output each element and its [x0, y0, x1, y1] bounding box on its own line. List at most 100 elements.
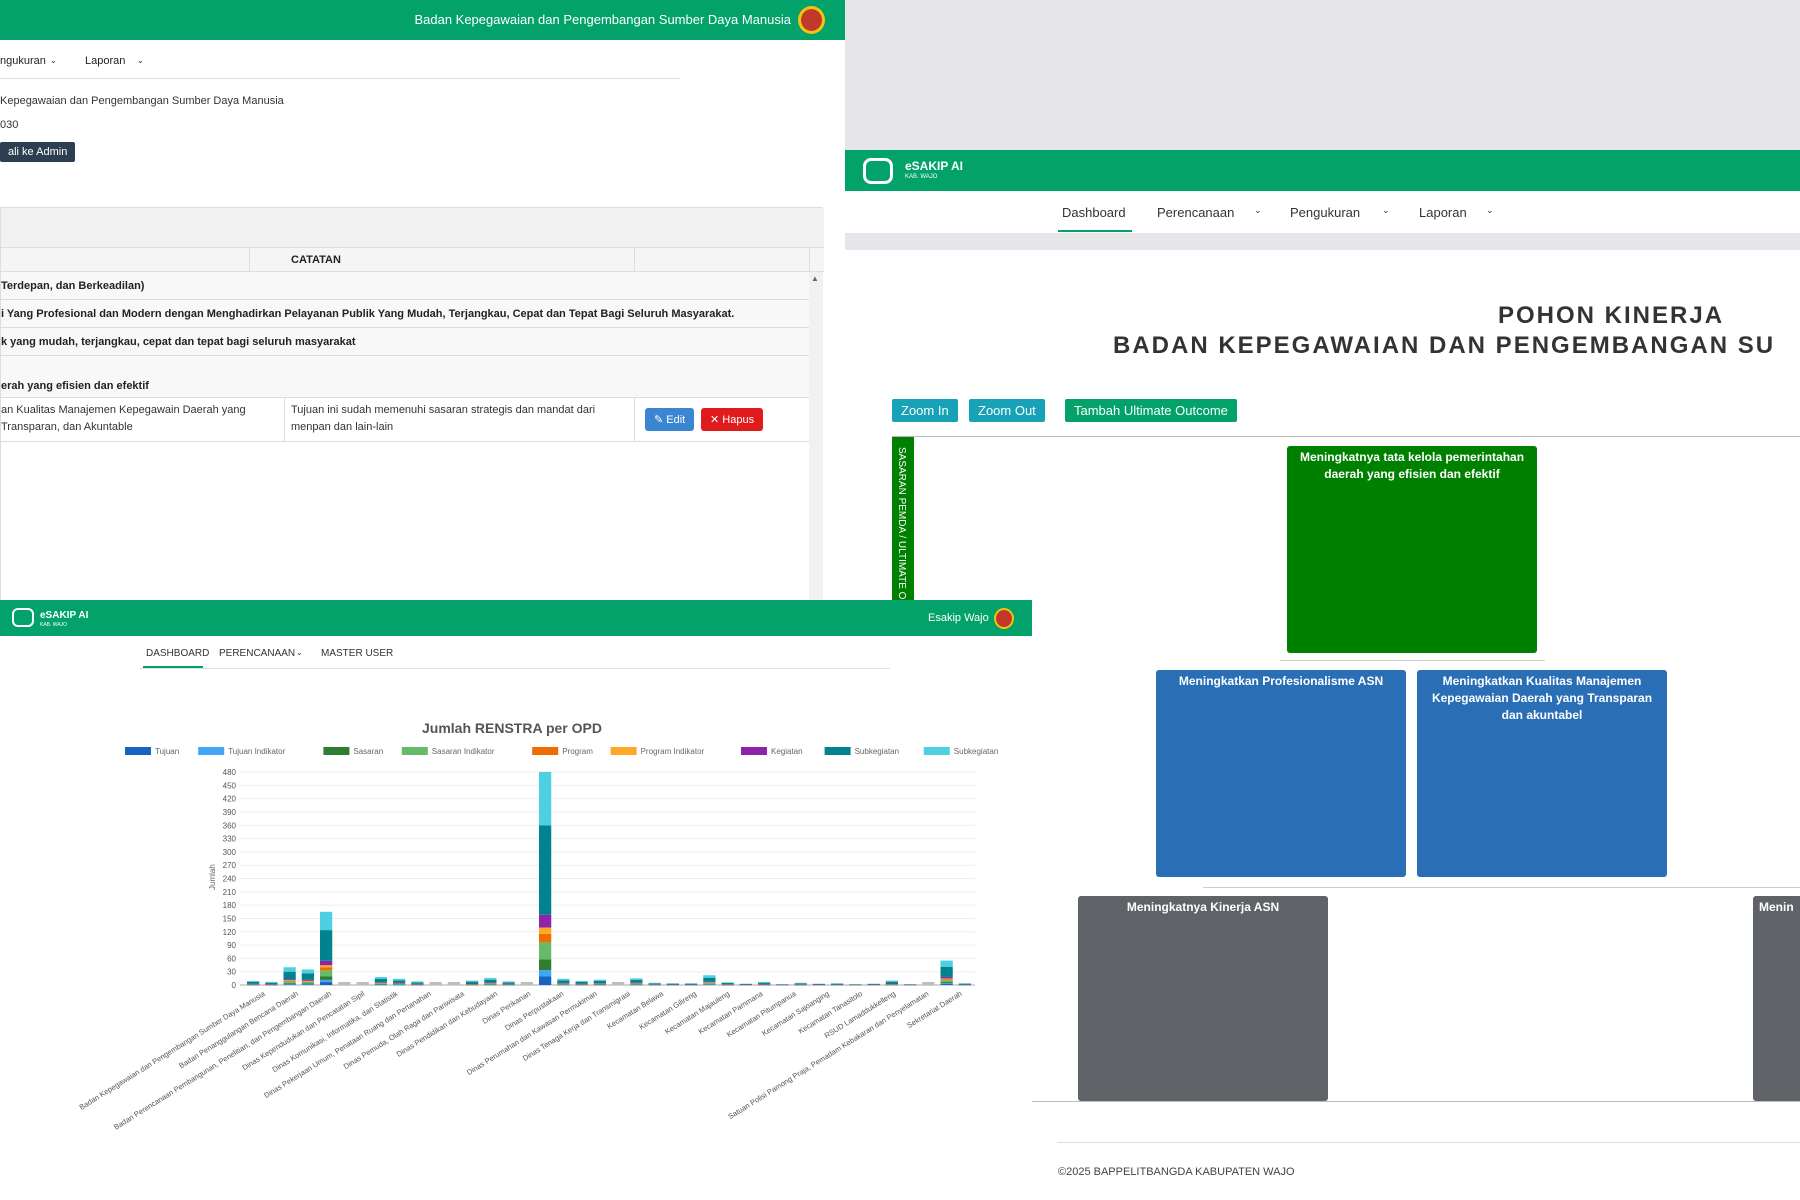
chart-bar	[320, 965, 333, 968]
nav-laporan[interactable]: Laporan	[85, 55, 125, 67]
chart-bar	[301, 984, 314, 985]
tree-node-root[interactable]: Meningkatnya tata kelola pemerintahan da…	[1287, 446, 1537, 653]
chart-bar	[283, 979, 296, 981]
chart-bar	[703, 983, 716, 984]
tree-node-b[interactable]: Meningkatkan Kualitas Manajemen Kepegawa…	[1417, 670, 1667, 877]
node-text: Meningkatnya Kinerja ASN	[1126, 900, 1280, 914]
vertical-scrollbar[interactable]: ▲	[809, 272, 823, 608]
chart-bar	[283, 984, 296, 985]
edit-button[interactable]: ✎ Edit	[645, 408, 695, 431]
chart-bar	[831, 984, 844, 985]
y-tick-label: 390	[223, 808, 237, 817]
chart-bar	[320, 930, 333, 961]
table-row[interactable]: an Kualitas Manajemen Kepegawain Daerah …	[1, 398, 811, 442]
chart-bar	[867, 984, 880, 986]
chart-bar	[703, 981, 716, 983]
chart-bar	[958, 983, 971, 984]
x-tick-label: Badan Perencanaan Pembangunan, Penelitia…	[112, 989, 333, 1132]
chart-bar	[283, 982, 296, 984]
chart-bar	[283, 980, 296, 981]
table-row[interactable]: i Yang Profesional dan Modern dengan Men…	[1, 300, 811, 328]
column-divider	[249, 248, 250, 272]
table-header: CATATAN	[1, 248, 824, 272]
y-tick-label: 240	[223, 875, 237, 884]
chart-bar	[593, 979, 606, 982]
pencil-icon: ✎	[654, 414, 667, 426]
legend-label: Program Indikator	[641, 747, 705, 756]
note-text-line: menpan dan lain-lain	[291, 421, 394, 433]
chart-bar	[247, 981, 260, 983]
chart-bar	[484, 983, 497, 984]
zoom-in-button[interactable]: Zoom In	[892, 399, 958, 422]
tree-node-d[interactable]: Menin	[1753, 896, 1800, 1101]
delete-button[interactable]: ✕ Hapus	[701, 408, 764, 431]
legend-swatch	[125, 747, 151, 755]
tree-node-a[interactable]: Meningkatkan Profesionalisme ASN	[1156, 670, 1406, 877]
dashboard-window: eSAKIP AI KAB. WAJO Esakip Wajo DASHBOAR…	[0, 600, 1032, 1200]
chart-bar	[666, 983, 679, 985]
chart-bar	[320, 979, 333, 983]
regency-emblem-icon	[798, 6, 825, 34]
nav-perencanaan[interactable]: Perencanaan	[1157, 205, 1234, 220]
tree-frame-top	[892, 436, 1800, 437]
table-row[interactable]: k yang mudah, terjangkau, cepat dan tepa…	[1, 328, 811, 356]
admin-window: Badan Kepegawaian dan Pengembangan Sumbe…	[0, 0, 845, 610]
chart-bar	[320, 976, 333, 980]
agency-title: Badan Kepegawaian dan Pengembangan Sumbe…	[414, 12, 791, 27]
y-tick-label: 60	[227, 954, 236, 963]
chart-bar	[812, 984, 825, 986]
chart-bar	[466, 980, 479, 982]
chevron-down-icon: ⌄	[296, 648, 303, 657]
chart-bar	[940, 984, 953, 985]
node-text: Meningkatkan Kualitas Manajemen Kepegawa…	[1431, 674, 1653, 722]
active-tab-indicator	[1058, 230, 1132, 232]
y-tick-label: 300	[223, 848, 237, 857]
chart-bar	[885, 980, 898, 982]
chart-bar	[940, 960, 953, 967]
legend-swatch	[198, 747, 225, 755]
chart-bar	[393, 978, 406, 981]
add-ultimate-outcome-button[interactable]: Tambah Ultimate Outcome	[1065, 399, 1237, 422]
zoom-out-button[interactable]: Zoom Out	[969, 399, 1045, 422]
chart-bar	[484, 982, 497, 984]
chart-bar	[575, 982, 588, 984]
tree-node-c[interactable]: Meningkatnya Kinerja ASN	[1078, 896, 1328, 1101]
chart-bar	[484, 977, 497, 980]
nav-pengukuran[interactable]: ngukuran	[0, 55, 46, 67]
legend-swatch	[923, 747, 950, 755]
table-row[interactable]: Terdepan, dan Berkeadilan)	[1, 272, 811, 300]
nav-dashboard[interactable]: Dashboard	[1062, 205, 1126, 220]
chart-bar	[301, 973, 314, 980]
chart-bar	[320, 970, 333, 977]
chart-title: Jumlah RENSTRA per OPD	[422, 720, 602, 736]
chart-bar	[940, 966, 953, 977]
scroll-up-icon[interactable]: ▲	[811, 274, 819, 283]
chart-bar	[301, 981, 314, 982]
y-tick-label: 420	[223, 795, 237, 804]
node-text: Menin	[1759, 900, 1794, 914]
chart-bar	[593, 984, 606, 985]
nav-laporan[interactable]: Laporan	[1419, 205, 1467, 220]
user-name[interactable]: Esakip Wajo	[928, 612, 989, 624]
menu-master-user[interactable]: MASTER USER	[321, 648, 393, 659]
chart-bar	[265, 981, 278, 983]
row-text: Terdepan, dan Berkeadilan)	[1, 280, 145, 292]
tree-connector	[1203, 887, 1800, 888]
menu-dashboard[interactable]: DASHBOARD	[146, 648, 209, 659]
menu-perencanaan[interactable]: PERENCANAAN	[219, 648, 295, 659]
table-row[interactable]: erah yang efisien dan efektif	[1, 356, 811, 398]
chart-bar	[612, 982, 625, 985]
chart-bar	[758, 981, 771, 983]
chart-bar	[739, 984, 752, 986]
nav-pengukuran[interactable]: Pengukuran	[1290, 205, 1360, 220]
back-to-admin-button[interactable]: ali ke Admin	[0, 142, 76, 162]
y-tick-label: 360	[223, 821, 237, 830]
y-tick-label: 450	[223, 781, 237, 790]
chart-bar	[320, 911, 333, 931]
chart-bar	[593, 983, 606, 984]
tree-connector	[1280, 660, 1545, 661]
chart-bar	[703, 982, 716, 983]
chart-bar	[502, 982, 515, 984]
row-text: i Yang Profesional dan Modern dengan Men…	[1, 308, 735, 320]
chart-bar	[539, 933, 552, 943]
